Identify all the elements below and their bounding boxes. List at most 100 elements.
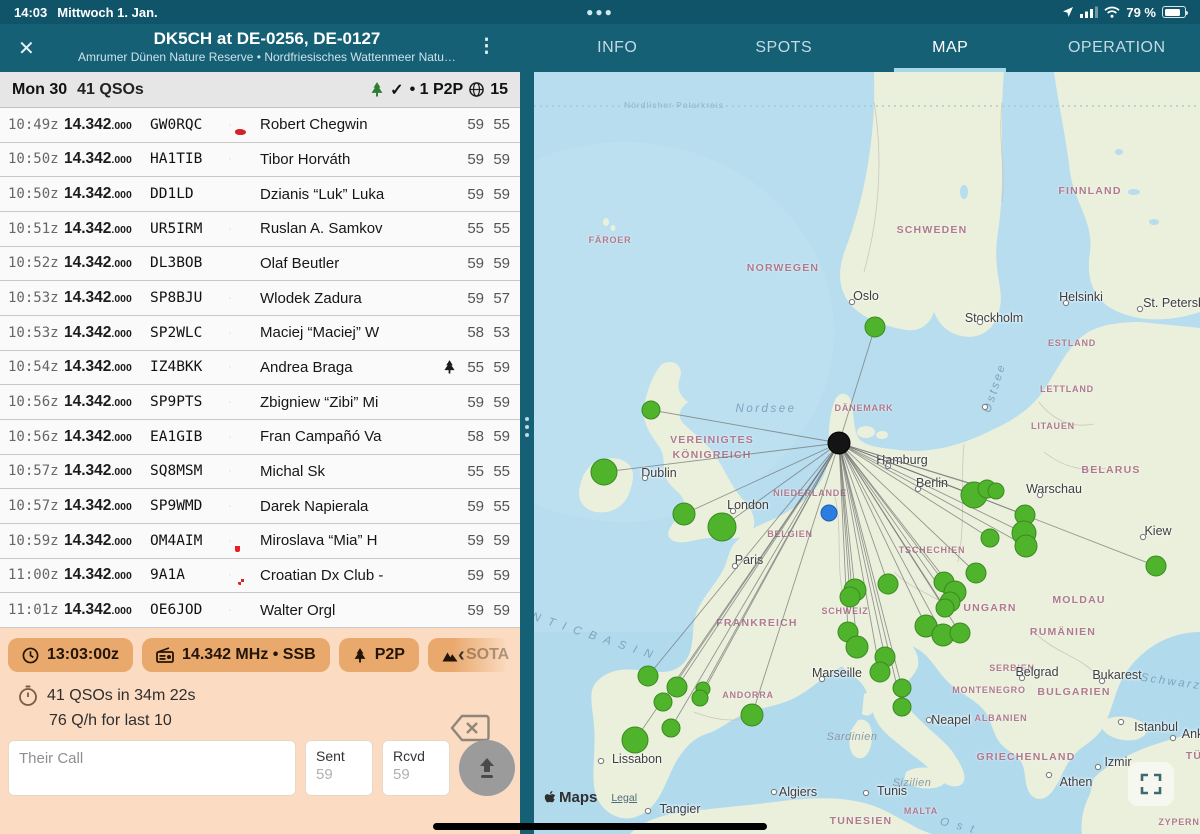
qso-rcvd-rst: 59 [484, 394, 510, 411]
table-row[interactable]: 10:52z14.342.000DL3BOBOlaf Beutler5959 [0, 247, 520, 282]
table-row[interactable]: 10:51z14.342.000UR5IRMRuslan A. Samkov55… [0, 212, 520, 247]
log-qso-button[interactable] [459, 740, 515, 796]
log-qso-count: 41 QSOs [77, 81, 144, 99]
tab-spots[interactable]: SPOTS [701, 24, 868, 72]
qso-operator-name: Ruslan A. Samkov [260, 220, 440, 237]
upload-icon [474, 755, 500, 781]
tree-icon [370, 82, 384, 97]
qso-sent-rst: 59 [458, 255, 484, 272]
qso-operator-name: Wlodek Zadura [260, 290, 440, 307]
fullscreen-icon [1140, 773, 1162, 795]
kebab-menu-icon[interactable]: ⋮ [477, 36, 496, 58]
qso-frequency: 14.342.000 [64, 532, 150, 550]
status-bar: 14:03 Mittwoch 1. Jan. ●●● 79 % [0, 0, 1200, 24]
qso-frequency: 14.342.000 [64, 324, 150, 342]
chip-scroll-chevron-icon[interactable]: ‹ [458, 644, 465, 667]
table-row[interactable]: 10:57z14.342.000SQ8MSMMichal Sk5555 [0, 455, 520, 490]
qso-callsign: OM4AIM [150, 533, 230, 549]
qso-callsign: SP9WMD [150, 498, 230, 514]
sota-chip[interactable]: SOTA [428, 638, 520, 672]
table-row[interactable]: 10:50z14.342.000HA1TIBTibor Horváth5959 [0, 143, 520, 178]
table-row[interactable]: 10:50z14.342.000DD1LDDzianis “Luk” Luka5… [0, 177, 520, 212]
stopwatch-icon [18, 685, 38, 707]
p2p-chip[interactable]: P2P [339, 638, 419, 672]
qso-rcvd-rst: 57 [484, 290, 510, 307]
qso-sent-rst: 59 [458, 116, 484, 133]
time-chip[interactable]: 13:03:00z [8, 638, 133, 672]
qso-rcvd-rst: 59 [484, 602, 510, 619]
qso-operator-name: Croatian Dx Club - [260, 567, 440, 584]
qso-frequency: 14.342.000 [64, 289, 150, 307]
table-row[interactable]: 11:00z14.342.0009A1ACroatian Dx Club -59… [0, 559, 520, 594]
table-row[interactable]: 10:53z14.342.000SP8BJUWlodek Zadura5957 [0, 281, 520, 316]
table-row[interactable]: 11:01z14.342.000OE6JODWalter Orgl5959 [0, 593, 520, 628]
qso-rcvd-rst: 59 [484, 151, 510, 168]
legal-link[interactable]: Legal [611, 792, 637, 804]
mountain-icon [442, 649, 458, 662]
qso-sent-rst: 59 [458, 532, 484, 549]
apple-logo-icon [544, 791, 556, 805]
qso-operator-name: Andrea Braga [260, 359, 440, 376]
tab-map[interactable]: MAP [867, 24, 1034, 72]
check-mark: ✓ [390, 80, 403, 100]
close-icon[interactable]: ✕ [18, 36, 35, 61]
status-date: Mittwoch 1. Jan. [57, 5, 157, 20]
qso-frequency: 14.342.000 [64, 462, 150, 480]
rcvd-field[interactable]: Rcvd 59 [382, 740, 450, 796]
sota-chip-label: SOTA [466, 646, 509, 664]
qso-sent-rst: 59 [458, 151, 484, 168]
qso-time: 10:57z [8, 463, 64, 479]
log-summary-row[interactable]: Mon 30 41 QSOs ✓ • 1 P2P 15 [0, 72, 520, 108]
qso-callsign: OE6JOD [150, 602, 230, 618]
table-row[interactable]: 10:56z14.342.000SP9PTSZbigniew “Zibi” Mi… [0, 385, 520, 420]
their-call-input[interactable] [8, 740, 296, 796]
qso-rcvd-rst: 55 [484, 116, 510, 133]
qso-operator-name: Robert Chegwin [260, 116, 440, 133]
qso-operator-name: Maciej “Maciej” W [260, 324, 440, 341]
qso-callsign: SP8BJU [150, 290, 230, 306]
panel-resize-handle[interactable] [520, 72, 534, 834]
rcvd-label: Rcvd [393, 748, 439, 764]
clock-icon [22, 647, 39, 664]
qso-rcvd-rst: 53 [484, 324, 510, 341]
qso-rcvd-rst: 55 [484, 498, 510, 515]
qso-callsign: SQ8MSM [150, 463, 230, 479]
grip-dots-icon [525, 417, 529, 437]
qso-time: 10:56z [8, 394, 64, 410]
p2p-count: • 1 P2P [410, 81, 464, 99]
qso-time: 10:49z [8, 117, 64, 133]
cellular-signal-icon [1080, 6, 1098, 18]
sent-placeholder: 59 [316, 766, 362, 783]
qso-frequency: 14.342.000 [64, 116, 150, 134]
table-row[interactable]: 10:59z14.342.000OM4AIMMiroslava “Mia” H5… [0, 524, 520, 559]
qso-sent-rst: 58 [458, 324, 484, 341]
status-time: 14:03 [14, 5, 47, 20]
qso-time: 10:57z [8, 498, 64, 514]
qso-sent-rst: 59 [458, 567, 484, 584]
qso-time: 10:54z [8, 359, 64, 375]
qso-callsign: DD1LD [150, 186, 230, 202]
tab-info[interactable]: INFO [534, 24, 701, 72]
qso-rcvd-rst: 55 [484, 463, 510, 480]
qso-frequency: 14.342.000 [64, 601, 150, 619]
qso-frequency: 14.342.000 [64, 185, 150, 203]
maps-brand-label: Maps [559, 789, 597, 806]
table-row[interactable]: 10:54z14.342.000IZ4BKKAndrea Braga5559 [0, 351, 520, 386]
qso-frequency: 14.342.000 [64, 150, 150, 168]
sent-field[interactable]: Sent 59 [305, 740, 373, 796]
battery-icon [1162, 6, 1186, 18]
fullscreen-button[interactable] [1128, 762, 1174, 806]
table-row[interactable]: 10:49z14.342.000GW0RQCRobert Chegwin5955 [0, 108, 520, 143]
table-row[interactable]: 10:56z14.342.000EA1GIBFran Campañó Va585… [0, 420, 520, 455]
map-view[interactable]: Nördlicher PolarkreisFÄROERNORWEGENSCHWE… [534, 72, 1200, 834]
frequency-chip[interactable]: 14.342 MHz • SSB [142, 638, 330, 672]
home-indicator[interactable] [433, 823, 767, 830]
qso-time: 10:50z [8, 151, 64, 167]
qso-time: 10:50z [8, 186, 64, 202]
table-row[interactable]: 10:53z14.342.000SP2WLCMaciej “Maciej” W5… [0, 316, 520, 351]
qso-callsign: DL3BOB [150, 255, 230, 271]
tab-operation[interactable]: OPERATION [1034, 24, 1200, 72]
table-row[interactable]: 10:57z14.342.000SP9WMDDarek Napierala595… [0, 489, 520, 524]
qso-rcvd-rst: 59 [484, 359, 510, 376]
qso-frequency: 14.342.000 [64, 566, 150, 584]
